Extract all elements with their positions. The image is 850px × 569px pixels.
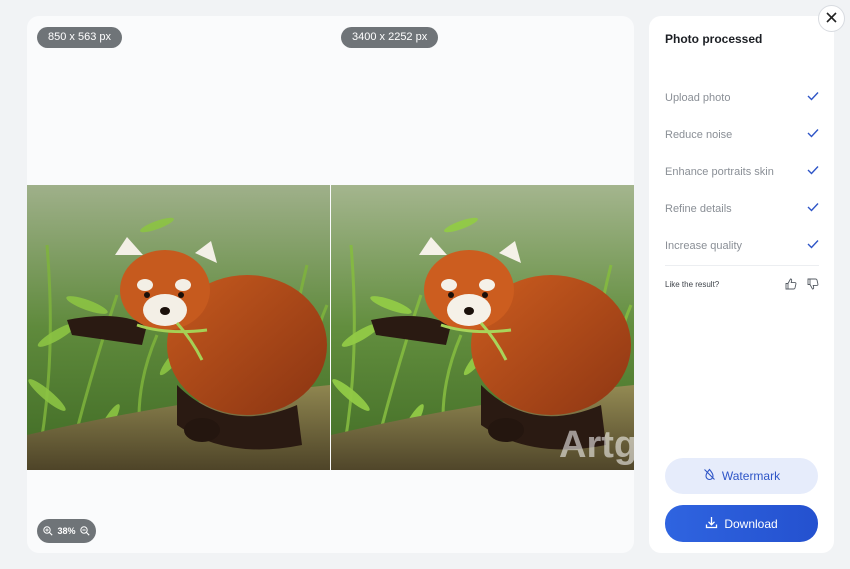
processed-size-badge: 3400 x 2252 px	[341, 27, 439, 48]
original-photo	[27, 185, 330, 470]
watermark-button[interactable]: Watermark	[665, 458, 818, 494]
download-button[interactable]: Download	[665, 505, 818, 542]
download-button-label: Download	[724, 516, 778, 531]
processed-photo: Artg	[331, 185, 634, 470]
original-size-badge: 850 x 563 px	[37, 27, 122, 48]
step-label: Upload photo	[665, 91, 731, 104]
zoom-control: 38%	[37, 519, 96, 543]
step-label: Enhance portraits skin	[665, 165, 774, 178]
image-preview: 850 x 563 px 3400 x 2252 px Artg 38%	[27, 16, 634, 553]
feedback-label: Like the result?	[665, 279, 720, 289]
zoom-in-icon[interactable]	[43, 526, 54, 536]
check-icon	[807, 202, 819, 215]
panel-title: Photo processed	[665, 32, 763, 46]
step-label: Refine details	[665, 202, 732, 215]
close-icon	[826, 10, 837, 28]
step-item: Increase quality	[665, 227, 819, 264]
result-panel: Photo processed Upload photo Reduce nois…	[649, 16, 834, 553]
watermark-button-label: Watermark	[721, 469, 781, 483]
step-item: Refine details	[665, 190, 819, 227]
step-item: Upload photo	[665, 79, 819, 116]
close-button[interactable]	[818, 5, 845, 32]
check-icon	[807, 239, 819, 252]
step-label: Increase quality	[665, 239, 743, 252]
divider	[665, 265, 819, 266]
step-item: Reduce noise	[665, 116, 819, 153]
watermark-off-icon	[703, 468, 716, 484]
check-icon	[807, 128, 819, 141]
download-icon	[705, 516, 718, 532]
zoom-level: 38%	[57, 526, 76, 536]
step-label: Reduce noise	[665, 128, 733, 141]
check-icon	[807, 165, 819, 178]
step-item: Enhance portraits skin	[665, 153, 819, 190]
thumbs-down-icon[interactable]	[807, 278, 819, 290]
check-icon	[807, 91, 819, 104]
zoom-out-icon[interactable]	[79, 526, 90, 536]
thumbs-up-icon[interactable]	[785, 278, 797, 290]
feedback-row: Like the result?	[665, 275, 819, 293]
watermark-text: Artg	[559, 424, 634, 466]
processing-steps: Upload photo Reduce noise Enhance portra…	[665, 79, 819, 264]
